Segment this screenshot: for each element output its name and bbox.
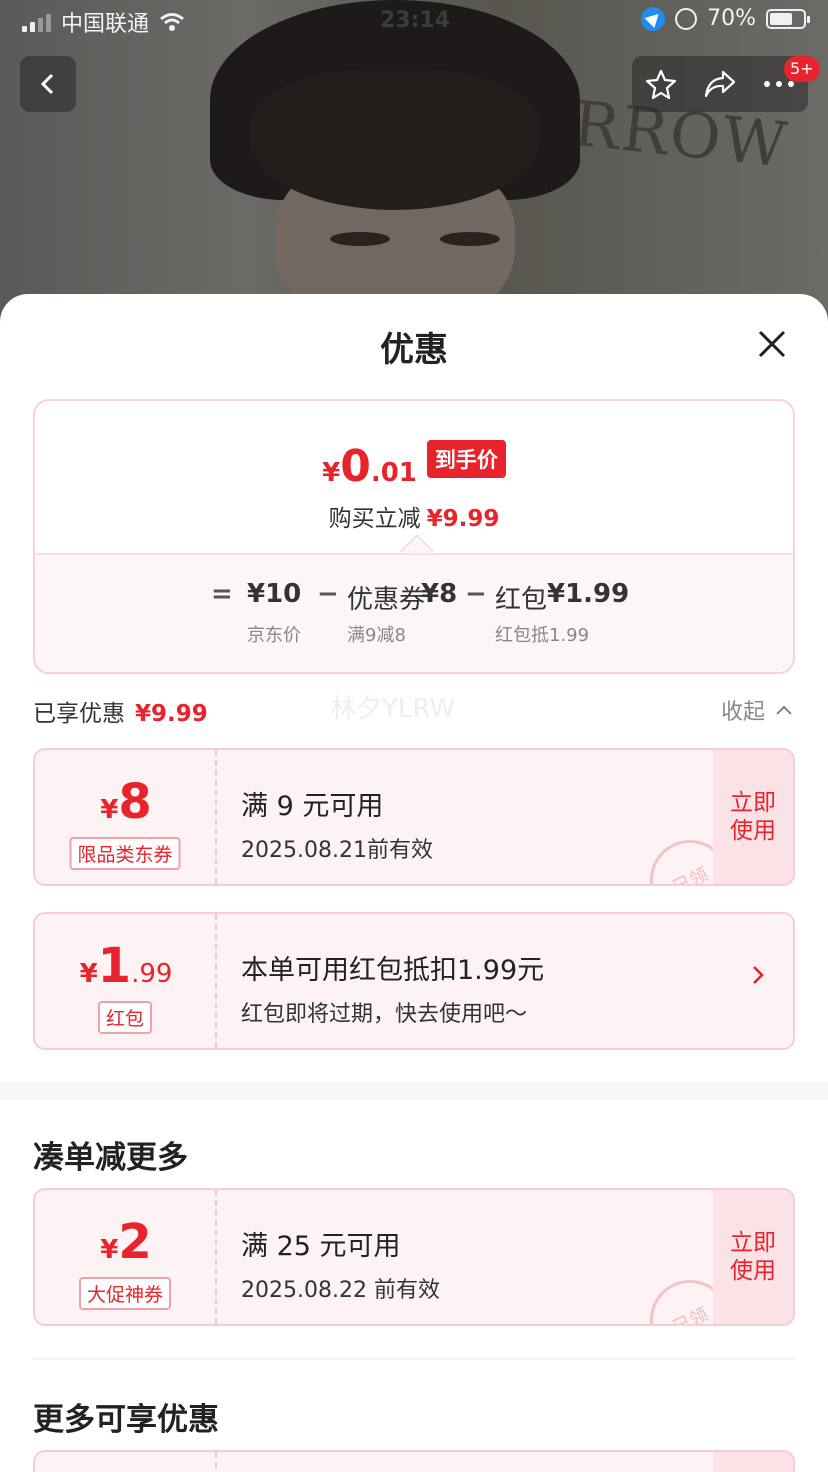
price-breakdown: = ¥10 − 优惠券 ¥8 − 红包 ¥1.99 京东价 满9减8 红包抵1.… [35,553,793,672]
redpacket-value: ¥1.99 [547,579,630,609]
coupon-condition: 满 9 元可用 [241,791,384,822]
coupon-yen: ¥ [100,1235,119,1265]
redpacket-yen: ¥ [79,959,98,989]
watermark-text: 林夕YLRW [330,694,456,724]
coupon-type-label: 限品类东券 [69,837,181,870]
battery-percent: 70% [707,6,756,31]
use-now-button-partial[interactable] [713,1452,793,1472]
use-now-label: 立即使用 [730,1230,776,1284]
discount-sheet: 优惠 ¥ 0 .01 到手价 购买立减¥9.99 = ¥10 − 优惠券 ¥8 [0,294,828,1472]
redpacket-desc: 红包抵1.99 [495,625,590,646]
coupon-amount-value: 2 [118,1214,152,1270]
final-price: ¥ 0 .01 到手价 [35,439,793,492]
price-decimal: .01 [370,458,417,488]
coupon-desc: 满9减8 [347,625,406,646]
use-now-button[interactable]: 立即使用 [713,750,793,884]
base-price: ¥10 [247,579,302,609]
redpacket-condition: 本单可用红包抵扣1.99元 [241,955,545,986]
coupon-value: ¥8 [421,579,458,609]
chevron-up-icon [776,705,792,715]
section-title-more-benefits: 更多可享优惠 [33,1402,219,1438]
message-badge: 5+ [784,56,820,82]
coupon-label: 优惠券 [347,585,426,615]
final-price-card: ¥ 0 .01 到手价 购买立减 ¥9.99 = ¥10 − 优惠券 ¥8 − 红… [33,399,795,674]
price-integer: 0 [340,441,371,492]
close-button[interactable] [754,326,790,362]
back-button[interactable] [20,56,76,112]
enjoyed-discount: 已享优惠 ¥9.99 [33,694,208,728]
status-bar: 中国联通 23:14 70% [0,0,828,44]
redpacket-label: 红包 [495,585,548,615]
status-time: 23:14 [380,8,451,33]
wifi-icon [160,13,184,31]
final-price-tag: 到手价 [426,439,506,478]
enjoyed-label: 已享优惠 [33,701,125,727]
coupon-type-label: 大促神券 [78,1277,172,1310]
enjoyed-amount: ¥9.99 [135,701,208,727]
coupon-amount: ¥2 [35,1214,217,1270]
coupon-amount-value: 8 [118,774,152,830]
coupon-card-partial[interactable] [33,1450,795,1472]
chevron-right-icon [753,966,764,984]
coupon-card[interactable]: ¥2 大促神券 满 25 元可用 2025.08.22 前有效 已领 立即使用 [33,1188,795,1326]
minus-sign-2: − [465,579,487,609]
coupon-expiry: 2025.08.22 前有效 [241,1278,440,1303]
signal-icon [22,12,51,32]
saving-amount: ¥9.99 [426,506,500,532]
product-image: ORROW [0,0,828,330]
carrier-label: 中国联通 [61,12,150,37]
use-now-button[interactable]: 立即使用 [713,1190,793,1324]
redpacket-type-label: 红包 [97,1001,153,1034]
collapse-label: 收起 [721,700,766,725]
rotation-lock-icon [675,7,698,30]
chevron-left-icon [40,73,54,95]
close-icon [758,330,786,358]
redpacket-amount-decimal: .99 [131,959,173,989]
coupon-expiry: 2025.08.21前有效 [241,838,433,863]
sheet-title: 优惠 [380,330,448,370]
saving-label: 购买立减 [328,506,421,532]
location-icon [641,6,666,31]
base-price-label: 京东价 [247,625,301,646]
coupon-condition: 满 25 元可用 [241,1231,401,1262]
share-button[interactable] [702,66,738,102]
coupon-amount: ¥8 [35,774,217,830]
star-icon [646,69,677,100]
more-dots-icon [763,81,794,87]
share-icon [704,70,736,98]
price-yen: ¥ [322,458,341,488]
battery-icon [766,8,810,29]
coupon-card[interactable]: ¥8 限品类东券 满 9 元可用 2025.08.21前有效 已领 立即使用 [33,748,795,886]
top-action-bar [632,56,808,112]
divider [33,1358,795,1360]
coupon-yen: ¥ [100,795,119,825]
redpacket-card[interactable]: ¥1.99 红包 本单可用红包抵扣1.99元 红包即将过期，快去使用吧～ [33,912,795,1050]
section-title-more-discount: 凑单减更多 [33,1140,188,1176]
favorite-button[interactable] [643,66,679,102]
minus-sign: − [317,579,339,609]
redpacket-amount: ¥1.99 [35,938,217,994]
saving-line: 购买立减 ¥9.99 [35,499,793,533]
redpacket-expiry-note: 红包即将过期，快去使用吧～ [241,1002,528,1027]
use-now-label: 立即使用 [730,790,776,844]
redpacket-amount-integer: 1 [97,938,132,994]
section-divider [0,1082,828,1100]
equals-sign: = [211,579,233,609]
collapse-button[interactable]: 收起 [721,694,793,726]
